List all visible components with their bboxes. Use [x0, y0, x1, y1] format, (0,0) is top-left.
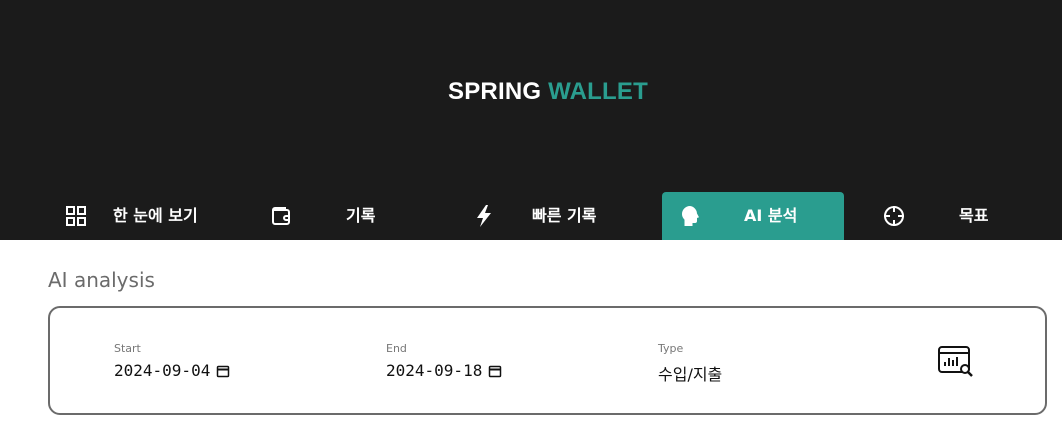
nav-item-quick-record[interactable]: 빠른 기록	[460, 192, 640, 240]
brand-name: SPRING	[448, 78, 542, 105]
end-date-field[interactable]: End 2024-09-18	[386, 342, 502, 380]
nav-item-label: 기록	[346, 206, 376, 225]
lightning-icon	[477, 205, 491, 227]
type-field[interactable]: Type 수입/지출	[658, 342, 722, 385]
end-date-label: End	[386, 342, 407, 355]
filter-panel: Start 2024-09-04 End 2024-09-18 Type 수입/…	[48, 306, 1047, 415]
start-date-field[interactable]: Start 2024-09-04	[114, 342, 230, 380]
brand-logo: SPRING WALLET	[0, 78, 1062, 106]
header: SPRING WALLET 한 눈에 보기 기록 빠른 기록 AI 분석 목표	[0, 0, 1062, 240]
nav-item-overview[interactable]: 한 눈에 보기	[48, 192, 228, 240]
page-title: AI analysis	[48, 268, 155, 292]
nav-item-label: 빠른 기록	[532, 206, 597, 225]
nav-item-label: 목표	[959, 206, 989, 225]
nav-item-goals[interactable]: 목표	[870, 192, 1050, 240]
type-select[interactable]: 수입/지출	[658, 361, 722, 385]
start-date-label: Start	[114, 342, 141, 355]
end-date-input[interactable]: 2024-09-18	[386, 361, 482, 380]
calendar-icon[interactable]	[488, 364, 502, 378]
target-icon	[884, 206, 904, 226]
type-label: Type	[658, 342, 684, 355]
calendar-icon[interactable]	[216, 364, 230, 378]
chart-search-icon[interactable]	[937, 344, 975, 378]
grid-icon	[66, 206, 86, 226]
nav-item-label: AI 분석	[744, 206, 798, 225]
nav-item-label: 한 눈에 보기	[113, 206, 198, 225]
nav-item-ai-analysis[interactable]: AI 분석	[662, 192, 844, 240]
wallet-icon	[272, 207, 290, 225]
brand-accent: WALLET	[548, 78, 648, 105]
nav-item-records[interactable]: 기록	[258, 192, 438, 240]
start-date-input[interactable]: 2024-09-04	[114, 361, 210, 380]
ai-head-icon	[682, 206, 699, 226]
